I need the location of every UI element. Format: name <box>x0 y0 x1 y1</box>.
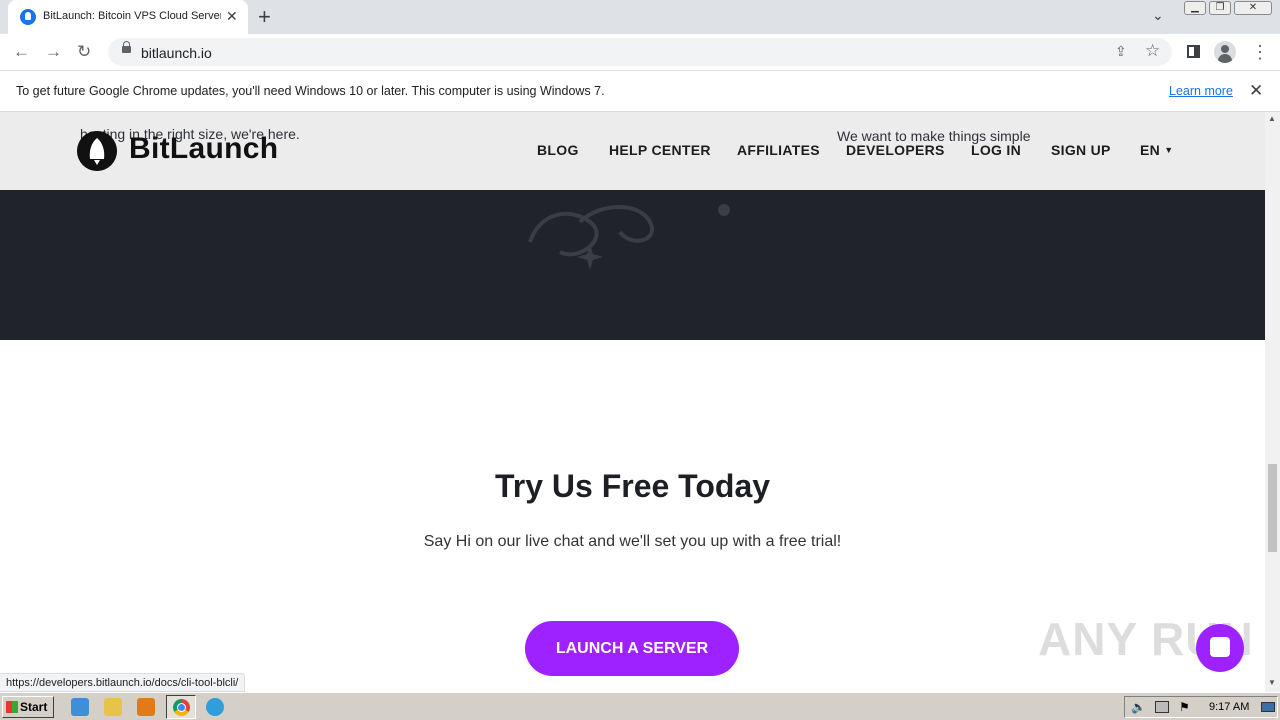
nav-sign-up[interactable]: SIGN UP <box>1051 142 1111 158</box>
restore-button[interactable]: ❐ <box>1209 1 1231 15</box>
scroll-down-arrow-icon[interactable]: ▼ <box>1268 678 1276 687</box>
page-scrollbar[interactable]: ▲ ▼ <box>1265 112 1280 692</box>
start-button[interactable]: Start <box>2 696 54 718</box>
tab-strip: BitLaunch: Bitcoin VPS Cloud Servers ✕ +… <box>0 0 1280 34</box>
tab-close-icon[interactable]: ✕ <box>226 8 238 25</box>
brand-name[interactable]: BitLaunch <box>129 132 278 166</box>
file-explorer-icon[interactable] <box>104 698 122 716</box>
scroll-thumb[interactable] <box>1268 464 1277 552</box>
scroll-up-arrow-icon[interactable]: ▲ <box>1268 114 1276 123</box>
back-arrow-icon[interactable]: ← <box>13 42 30 62</box>
web-page: hosting in the right size, we're here. W… <box>0 112 1265 692</box>
cta-subtitle: Say Hi on our live chat and we'll set yo… <box>423 533 842 550</box>
windows-taskbar: Start 🔈 ⚑ 9:17 AM <box>0 692 1280 720</box>
site-header: hosting in the right size, we're here. W… <box>0 112 1265 190</box>
tab-search-chevron-icon[interactable]: ⌄ <box>1152 7 1164 24</box>
forward-arrow-icon[interactable]: → <box>45 42 62 62</box>
side-panel-icon[interactable] <box>1187 45 1200 58</box>
learn-more-link[interactable]: Learn more <box>1169 84 1233 98</box>
new-tab-button[interactable]: + <box>258 4 271 30</box>
minimize-button[interactable]: ▁ <box>1184 1 1206 15</box>
windows-logo-icon <box>6 701 18 713</box>
window-close-button[interactable]: ✕ <box>1234 1 1272 15</box>
launch-server-button[interactable]: LAUNCH A SERVER <box>525 621 739 676</box>
chrome-taskbar-button[interactable] <box>166 695 196 719</box>
tab-title: BitLaunch: Bitcoin VPS Cloud Servers <box>43 10 221 22</box>
nav-developers[interactable]: DEVELOPERS <box>846 142 945 158</box>
edge-icon[interactable] <box>206 698 224 716</box>
language-label: EN <box>1140 142 1161 158</box>
chrome-icon <box>173 699 190 716</box>
start-label: Start <box>20 700 48 714</box>
nav-blog[interactable]: BLOG <box>537 142 579 158</box>
browser-tab[interactable]: BitLaunch: Bitcoin VPS Cloud Servers ✕ <box>8 0 248 34</box>
bitlaunch-favicon-icon <box>20 9 36 25</box>
internet-explorer-icon[interactable] <box>71 698 89 716</box>
network-icon[interactable] <box>1155 701 1169 713</box>
nav-log-in[interactable]: LOG IN <box>971 142 1021 158</box>
kebab-menu-icon[interactable]: ⋮ <box>1251 42 1269 63</box>
media-player-icon[interactable] <box>137 698 155 716</box>
reload-icon[interactable]: ↻ <box>77 42 91 62</box>
cta-title: Try Us Free Today <box>494 468 771 504</box>
decorative-doodle-icon <box>528 204 730 270</box>
update-infobar: To get future Google Chrome updates, you… <box>0 71 1280 112</box>
url-text[interactable]: bitlaunch.io <box>141 45 212 61</box>
profile-avatar-icon[interactable] <box>1214 41 1236 63</box>
bookmark-star-icon[interactable]: ☆ <box>1145 41 1160 61</box>
share-icon[interactable]: ⇪ <box>1115 43 1127 60</box>
infobar-close-icon[interactable]: ✕ <box>1249 81 1263 101</box>
nav-affiliates[interactable]: AFFILIATES <box>737 142 820 158</box>
bitlaunch-logo-icon[interactable] <box>77 131 117 171</box>
taskbar-clock[interactable]: 9:17 AM <box>1209 701 1249 713</box>
show-desktop-icon[interactable] <box>1261 702 1275 712</box>
caret-down-icon: ▼ <box>1164 145 1174 155</box>
system-tray: 🔈 ⚑ <box>1124 696 1278 718</box>
infobar-message: To get future Google Chrome updates, you… <box>16 84 605 98</box>
status-url-bubble: https://developers.bitlaunch.io/docs/cli… <box>0 673 246 692</box>
live-chat-icon[interactable] <box>1196 624 1244 672</box>
nav-help-center[interactable]: HELP CENTER <box>609 142 711 158</box>
volume-icon[interactable]: 🔈 <box>1131 700 1146 714</box>
address-bar[interactable]: bitlaunch.io ⇪ ☆ <box>108 38 1172 66</box>
action-center-flag-icon[interactable]: ⚑ <box>1179 700 1190 714</box>
lock-icon[interactable] <box>122 41 131 53</box>
browser-toolbar: ← → ↻ bitlaunch.io ⇪ ☆ <box>0 34 1280 71</box>
language-selector[interactable]: EN ▼ <box>1140 142 1173 158</box>
